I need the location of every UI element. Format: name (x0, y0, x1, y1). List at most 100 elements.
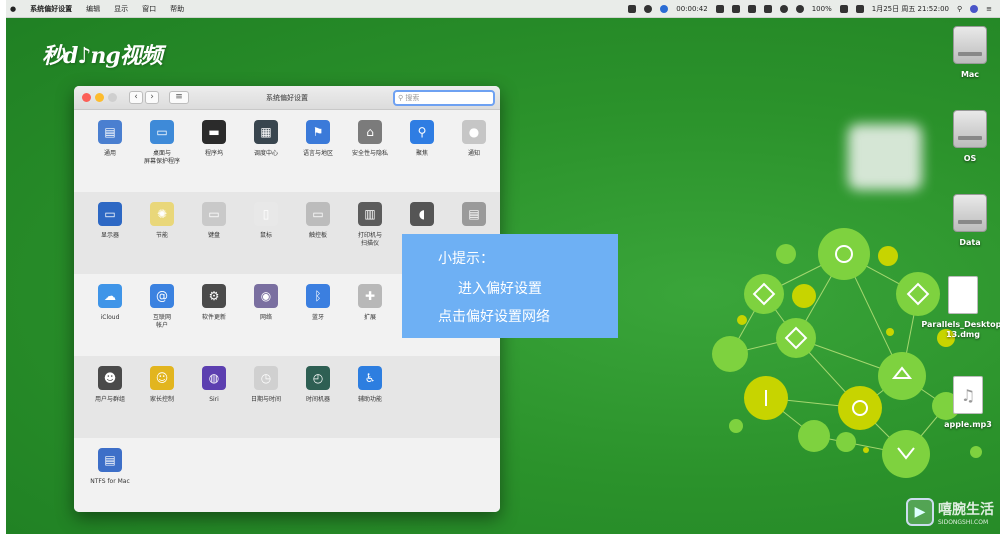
pref-pane-label: 蓝牙 (311, 314, 324, 321)
status-box-icon[interactable] (747, 4, 756, 13)
date-time-icon: ◷ (254, 366, 278, 390)
status-app-icon[interactable] (715, 4, 724, 13)
pref-pane-language-region[interactable]: ⚑ 语言与地区 (292, 110, 344, 192)
pref-pane-network[interactable]: ◉ 网络 (240, 274, 292, 356)
desktop-icon-mac[interactable]: Mac (942, 26, 998, 79)
pref-pane-label: 用户与群组 (94, 396, 125, 403)
notifications-icon: ● (462, 120, 486, 144)
accessibility-icon: ♿ (358, 366, 382, 390)
pref-pane-desktop-screensaver[interactable]: ▭ 桌面与 屏幕保护程序 (136, 110, 188, 192)
ntfs-for-mac-icon: ▤ (98, 448, 122, 472)
prefs-row-other: ▤ NTFS for Mac (74, 438, 500, 512)
menu-app-name[interactable]: 系统偏好设置 (30, 4, 72, 14)
pref-pane-parental-controls[interactable]: ☺ 家长控制 (136, 356, 188, 438)
forward-button[interactable]: › (145, 91, 159, 104)
pref-pane-label: 通用 (103, 150, 116, 157)
extensions-icon: ✚ (358, 284, 382, 308)
mouse-icon: ▯ (254, 202, 278, 226)
status-shield-icon[interactable] (644, 4, 653, 13)
recording-timer: 00:00:42 (676, 4, 708, 13)
pref-pane-label: 键盘 (207, 232, 220, 239)
internet-accounts-icon: @ (150, 284, 174, 308)
battery-icon[interactable] (839, 4, 848, 13)
pref-pane-displays[interactable]: ▭ 显示器 (84, 192, 136, 274)
pref-pane-notifications[interactable]: ● 通知 (448, 110, 500, 192)
pref-pane-icloud[interactable]: ☁ iCloud (84, 274, 136, 356)
pref-pane-siri[interactable]: ◍ Siri (188, 356, 240, 438)
apple-icon[interactable]: ● (10, 5, 16, 13)
status-person-icon[interactable] (628, 4, 637, 13)
show-all-button[interactable]: ≡ (169, 91, 189, 104)
input-source-icon[interactable] (855, 4, 864, 13)
menu-window[interactable]: 窗口 (142, 4, 156, 14)
pref-pane-accessibility[interactable]: ♿ 辅助功能 (344, 356, 396, 438)
pref-pane-label: 打印机与 扫描仪 (357, 232, 382, 247)
desktop-icon-data[interactable]: Data (942, 194, 998, 247)
pref-pane-general[interactable]: ▤ 通用 (84, 110, 136, 192)
pref-pane-security-privacy[interactable]: ⌂ 安全性与隐私 (344, 110, 396, 192)
hard-drive-icon (953, 110, 987, 148)
pref-pane-bluetooth[interactable]: ᛒ 蓝牙 (292, 274, 344, 356)
battery-level[interactable]: 100% (812, 5, 832, 13)
status-grid-icon[interactable] (731, 4, 740, 13)
tip-box: 小提示： 进入偏好设置 点击偏好设置网络 (402, 234, 618, 338)
software-update-icon: ⚙ (202, 284, 226, 308)
status-window-icon[interactable] (763, 4, 772, 13)
pref-pane-printers-scanners[interactable]: ▥ 打印机与 扫描仪 (344, 192, 396, 274)
pref-pane-label: 网络 (259, 314, 272, 321)
menu-edit[interactable]: 编辑 (86, 4, 100, 14)
play-icon: ▶ (906, 498, 934, 526)
pref-pane-extensions[interactable]: ✚ 扩展 (344, 274, 396, 356)
watermark-title: 嘻腕生活 (938, 501, 994, 518)
wifi-icon[interactable] (779, 4, 788, 13)
pref-pane-label: 家长控制 (149, 396, 174, 403)
prefs-row-personal: ▤ 通用 ▭ 桌面与 屏幕保护程序 ▬ 程序坞 ▦ 调度中心 ⚑ 语言与地区 ⌂ 安全性与隐私 ⚲ 聚焦 ●… (74, 110, 500, 192)
pref-pane-internet-accounts[interactable]: @ 互联网 帐户 (136, 274, 188, 356)
pref-pane-label: 调度中心 (253, 150, 278, 157)
pref-pane-spotlight[interactable]: ⚲ 聚焦 (396, 110, 448, 192)
pref-pane-trackpad[interactable]: ▭ 触控板 (292, 192, 344, 274)
pref-pane-energy-saver[interactable]: ✺ 节能 (136, 192, 188, 274)
general-icon: ▤ (98, 120, 122, 144)
desktop-icon-os[interactable]: OS (942, 110, 998, 163)
search-icon: ⚲ (398, 94, 404, 102)
pref-pane-software-update[interactable]: ⚙ 软件更新 (188, 274, 240, 356)
close-button[interactable] (82, 93, 91, 102)
pref-pane-label: iCloud (100, 314, 120, 321)
pref-pane-users-groups[interactable]: ☻ 用户与群组 (84, 356, 136, 438)
search-placeholder: 搜索 (405, 94, 420, 102)
dock-icon: ▬ (202, 120, 226, 144)
back-button[interactable]: ‹ (129, 91, 143, 104)
menu-clock[interactable]: 1月25日 周五 21:52:00 (872, 4, 949, 14)
menu-view[interactable]: 显示 (114, 4, 128, 14)
time-machine-icon: ◴ (306, 366, 330, 390)
pref-pane-label: 节能 (155, 232, 168, 239)
desktop-icon-parallels-dmg[interactable]: Parallels_Desktop- 13.dmg (921, 276, 1000, 340)
volume-icon[interactable] (795, 4, 804, 13)
pref-pane-label: 聚焦 (415, 150, 428, 157)
pref-pane-mission-control[interactable]: ▦ 调度中心 (240, 110, 292, 192)
recording-icon[interactable] (660, 4, 669, 13)
pref-pane-ntfs-for-mac[interactable]: ▤ NTFS for Mac (84, 438, 136, 512)
hard-drive-icon (953, 194, 987, 232)
notification-center-icon[interactable]: ≡ (986, 5, 992, 13)
minimize-button[interactable] (95, 93, 104, 102)
security-privacy-icon: ⌂ (358, 120, 382, 144)
pref-pane-label: 辅助功能 (357, 396, 382, 403)
menu-help[interactable]: 帮助 (170, 4, 184, 14)
search-field[interactable]: ⚲ 搜索 (393, 90, 495, 106)
pref-pane-date-time[interactable]: ◷ 日期与时间 (240, 356, 292, 438)
spotlight-search-icon[interactable]: ⚲ (957, 5, 962, 13)
pref-pane-time-machine[interactable]: ◴ 时间机器 (292, 356, 344, 438)
pref-pane-mouse[interactable]: ▯ 鼠标 (240, 192, 292, 274)
users-groups-icon: ☻ (98, 366, 122, 390)
pref-pane-label: 通知 (467, 150, 480, 157)
pref-pane-dock[interactable]: ▬ 程序坞 (188, 110, 240, 192)
desktop: ● 系统偏好设置 编辑 显示 窗口 帮助 00:00:42 100% 1月25日… (6, 0, 1000, 534)
displays-icon: ▭ (98, 202, 122, 226)
siri-menu-icon[interactable] (970, 4, 979, 13)
pref-pane-label: 程序坞 (204, 150, 223, 157)
desktop-icon-apple-mp3[interactable]: ♫ apple.mp3 (938, 376, 998, 429)
pref-pane-keyboard[interactable]: ▭ 键盘 (188, 192, 240, 274)
zoom-button[interactable] (108, 93, 117, 102)
